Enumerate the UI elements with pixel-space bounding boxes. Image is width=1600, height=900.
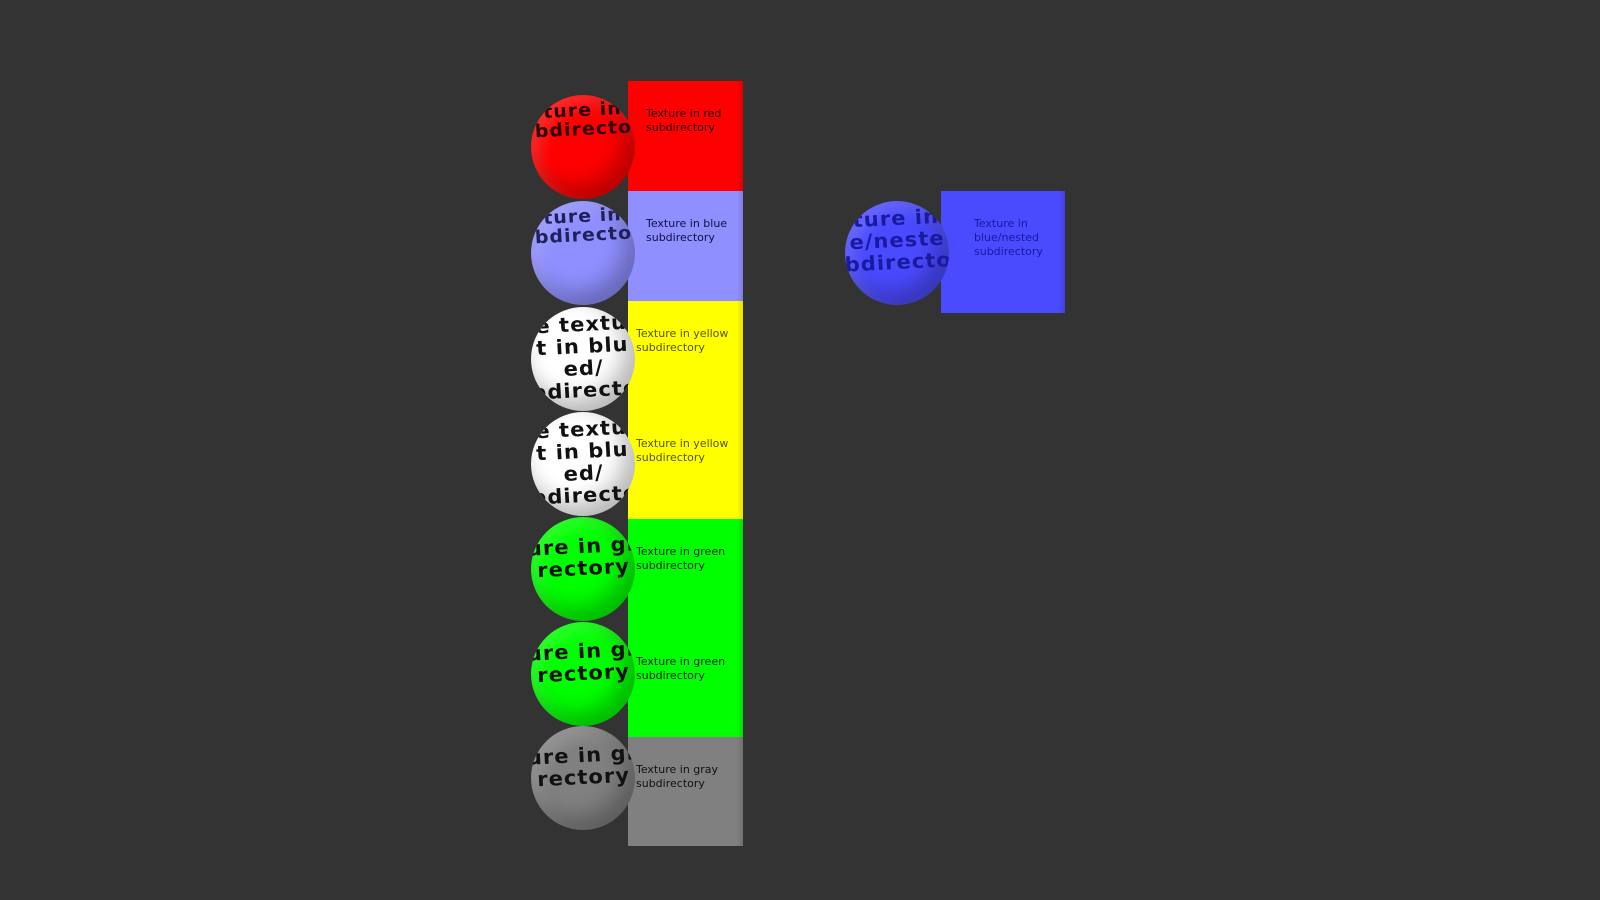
blue-sphere-text: ture in bdirecto xyxy=(534,204,633,249)
green-sphere-2-text: ure in gr rectory xyxy=(531,636,635,688)
yellow-sphere-2: e textu t in blu ed/ bdirecto xyxy=(531,412,635,516)
yellow-block: Texture in yellow subdirectory Texture i… xyxy=(628,301,743,519)
nested-sphere: ture in e/neste bdirecto xyxy=(845,201,949,305)
red-block: Texture in red subdirectory xyxy=(628,81,743,191)
yellow-sphere-1: e textu t in blu ed/ bdirecto xyxy=(531,307,635,411)
gray-sphere-text: ure in gr rectory xyxy=(531,740,635,792)
yellow-block-edge xyxy=(737,301,743,519)
green-block-label-2: Texture in green subdirectory xyxy=(636,655,726,682)
nested-block: Texture in blue/nested subdirectory xyxy=(941,191,1065,313)
gray-sphere: ure in gr rectory xyxy=(531,726,635,830)
nested-block-edge xyxy=(1059,191,1065,313)
green-block: Texture in green subdirectory Texture in… xyxy=(628,519,743,737)
blue-block: Texture in blue subdirectory xyxy=(628,191,743,301)
red-block-edge xyxy=(737,81,743,191)
yellow-block-label-2: Texture in yellow subdirectory xyxy=(636,437,729,464)
nested-sphere-text: ture in e/neste bdirecto xyxy=(845,203,949,277)
blue-block-edge xyxy=(737,191,743,301)
green-block-edge xyxy=(737,519,743,737)
blue-sphere: ture in bdirecto xyxy=(531,201,635,305)
gray-block-label: Texture in gray subdirectory xyxy=(636,763,719,790)
yellow-sphere-1-text: e textu t in blu ed/ bdirecto xyxy=(531,309,635,405)
gray-block-edge xyxy=(737,737,743,846)
red-sphere-text: ture in bdirecto xyxy=(534,98,633,143)
blue-block-label: Texture in blue subdirectory xyxy=(646,217,728,244)
red-sphere: ture in bdirecto xyxy=(531,95,635,199)
yellow-block-label-1: Texture in yellow subdirectory xyxy=(636,327,729,354)
yellow-sphere-2-text: e textu t in blu ed/ bdirecto xyxy=(531,414,635,510)
green-block-label-1: Texture in green subdirectory xyxy=(636,545,726,572)
green-sphere-2: ure in gr rectory xyxy=(531,622,635,726)
render-viewport: Texture in red subdirectory ture in bdir… xyxy=(0,0,1600,900)
nested-block-label: Texture in blue/nested subdirectory xyxy=(974,217,1043,258)
gray-block: Texture in gray subdirectory xyxy=(628,737,743,846)
green-sphere-1-text: ure in gr rectory xyxy=(531,531,635,583)
red-block-label: Texture in red subdirectory xyxy=(646,107,722,134)
green-sphere-1: ure in gr rectory xyxy=(531,517,635,621)
